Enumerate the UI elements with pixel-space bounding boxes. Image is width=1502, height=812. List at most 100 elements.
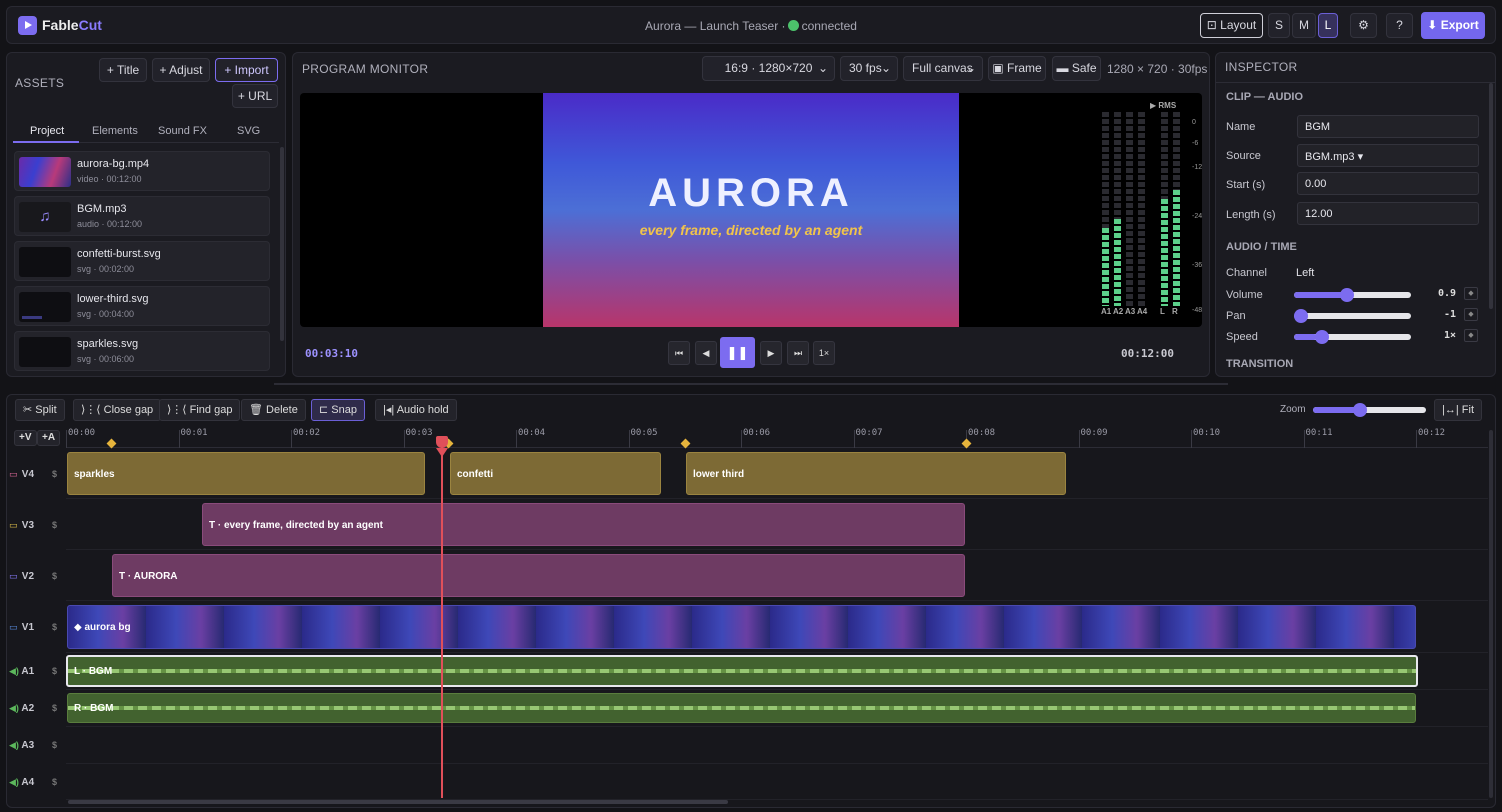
track-header-v1[interactable]: ▭ V1 $ (9, 622, 65, 633)
tab-elements[interactable]: Elements (92, 125, 138, 137)
track-header-a4[interactable]: ◀) A4 $ (9, 777, 65, 788)
chevron-down-icon: ⌄ (965, 61, 976, 75)
lock-icon[interactable]: $ (52, 622, 57, 632)
clip-sparkles[interactable]: sparkles (67, 452, 425, 495)
size-s-button[interactable]: S (1268, 13, 1290, 38)
start-field[interactable]: 0.00 (1297, 172, 1479, 195)
keyframe-diamond-icon[interactable]: ◆ (1464, 308, 1478, 321)
meter-label: A2 (1113, 307, 1124, 316)
source-select[interactable]: BGM.mp3 ▾ (1297, 144, 1479, 167)
lock-icon[interactable]: $ (52, 666, 57, 676)
fps-select[interactable]: 30 fps ⌄ (840, 56, 898, 81)
lock-icon[interactable]: $ (52, 571, 57, 581)
ruler-tick-line (1416, 430, 1417, 448)
track-header-v3[interactable]: ▭ V3 $ (9, 520, 65, 531)
step-back-icon[interactable]: ◀ (695, 341, 717, 365)
step-forward-icon[interactable]: ▶ (760, 341, 782, 365)
clip-confetti[interactable]: confetti (450, 452, 661, 495)
safe-button[interactable]: ▬ Safe (1052, 56, 1101, 81)
playback-speed-button[interactable]: 1× (813, 341, 835, 365)
length-field[interactable]: 12.00 (1297, 202, 1479, 225)
frame-button[interactable]: ▣ Frame (988, 56, 1046, 81)
tab-sound-fx[interactable]: Sound FX (158, 125, 207, 137)
assets-title: ASSETS (15, 76, 65, 90)
tab-project[interactable]: Project (30, 125, 64, 137)
level-meter (1126, 112, 1133, 306)
add-url-button[interactable]: + URL (232, 84, 278, 108)
preview-canvas[interactable]: AURORA every frame, directed by an agent… (300, 93, 1202, 327)
settings-gear-icon[interactable]: ⚙ (1350, 13, 1377, 38)
import-button[interactable]: + Import (215, 58, 278, 82)
find-gap-button[interactable]: ⟩⋮⟨ Find gap (159, 399, 241, 421)
keyframe-diamond-icon[interactable]: ◆ (1464, 329, 1478, 342)
clip-aurora-bg[interactable]: ◆ aurora bg (67, 605, 1416, 649)
lock-icon[interactable]: $ (52, 740, 57, 750)
panel-resize-handle[interactable] (274, 383, 1228, 385)
skip-start-icon[interactable]: ⏮ (668, 341, 690, 365)
track-header-a3[interactable]: ◀) A3 $ (9, 740, 65, 751)
tab-svg[interactable]: SVG (237, 125, 260, 137)
playhead-handle[interactable] (435, 436, 448, 448)
pause-icon[interactable]: ❚❚ (720, 337, 755, 368)
ruler-tick-line (516, 430, 517, 448)
add-title-button[interactable]: + Title (99, 58, 147, 82)
asset-meta: audio · 00:12:00 (77, 219, 143, 229)
track-header-v4[interactable]: ▭ V4 $ (9, 469, 65, 480)
lock-icon[interactable]: $ (52, 520, 57, 530)
add-video-track-button[interactable]: +V (14, 430, 37, 446)
pan-slider[interactable] (1294, 309, 1411, 323)
asset-name: BGM.mp3 (77, 203, 127, 215)
keyframe-diamond-icon[interactable]: ◆ (1464, 287, 1478, 300)
fit-button[interactable]: |↔| Fit (1434, 399, 1483, 421)
canvas-select[interactable]: Full canvas ⌄ (903, 56, 983, 81)
layout-button[interactable]: ⊡ Layout (1200, 13, 1263, 38)
add-audio-track-button[interactable]: +A (37, 430, 61, 446)
svg-thumbnail (19, 247, 71, 277)
track-header-a2[interactable]: ◀) A2 $ (9, 703, 65, 714)
asset-item[interactable]: lower-third.svg svg · 00:04:00 (14, 286, 270, 326)
asset-item[interactable]: confetti-burst.svg svg · 00:02:00 (14, 241, 270, 281)
size-l-button[interactable]: L (1318, 13, 1338, 38)
timeline-vertical-scrollbar[interactable] (1489, 430, 1493, 798)
close-gap-button[interactable]: ⟩⋮⟨ Close gap (73, 399, 162, 421)
clip-bgm-right[interactable]: R · BGM (67, 693, 1416, 723)
asset-item[interactable]: aurora-bg.mp4 video · 00:12:00 (14, 151, 270, 191)
channel-value[interactable]: Left (1296, 267, 1314, 279)
asset-item[interactable]: sparkles.svg svg · 00:06:00 (14, 331, 270, 371)
track-header-v2[interactable]: ▭ V2 $ (9, 571, 65, 582)
time-ruler[interactable]: 00:00 00:01 00:02 00:03 00:04 00:05 00:06 00:07… (66, 428, 1488, 448)
lock-icon[interactable]: $ (52, 703, 57, 713)
level-meter (1138, 112, 1145, 306)
zoom-slider[interactable] (1313, 403, 1426, 417)
split-button[interactable]: ✂ Split (15, 399, 65, 421)
help-button[interactable]: ? (1386, 13, 1413, 38)
pan-value: -1 (1443, 309, 1456, 320)
export-button[interactable]: ⬇ Export (1421, 12, 1485, 39)
delete-button[interactable]: 🗑 Delete (241, 399, 306, 421)
lock-icon[interactable]: $ (52, 777, 57, 787)
ruler-tick-line (741, 430, 742, 448)
lock-icon[interactable]: $ (52, 469, 57, 479)
clip-lower-third[interactable]: lower third (686, 452, 1066, 495)
track-header-a1[interactable]: ◀) A1 $ (9, 666, 65, 677)
add-adjust-button[interactable]: + Adjust (152, 58, 210, 82)
volume-slider[interactable] (1294, 288, 1411, 302)
name-field[interactable]: BGM (1297, 115, 1479, 138)
snap-button[interactable]: ⊏ Snap (311, 399, 365, 421)
playhead[interactable] (440, 436, 443, 798)
speaker-icon: ◀) (9, 703, 19, 713)
size-m-button[interactable]: M (1292, 13, 1316, 38)
speed-slider[interactable] (1294, 330, 1411, 344)
aspect-select[interactable]: 16:9 · 1280×720 ⌄ (702, 56, 835, 81)
project-title: Aurora — Launch Teaser · (645, 19, 786, 33)
assets-scrollbar[interactable] (280, 147, 284, 341)
clip-bgm-left[interactable]: L · BGM (66, 655, 1418, 687)
clip-text-aurora[interactable]: T · AURORA (112, 554, 965, 597)
inspector-scrollbar[interactable] (1489, 83, 1493, 309)
asset-item[interactable]: ♫ BGM.mp3 audio · 00:12:00 (14, 196, 270, 236)
chevron-down-icon: ⌄ (880, 61, 891, 75)
skip-end-icon[interactable]: ⏭ (787, 341, 809, 365)
clip-text-subtitle[interactable]: T · every frame, directed by an agent (202, 503, 965, 546)
audio-hold-button[interactable]: |◂| Audio hold (375, 399, 457, 421)
timeline-horizontal-scrollbar[interactable] (68, 800, 728, 804)
